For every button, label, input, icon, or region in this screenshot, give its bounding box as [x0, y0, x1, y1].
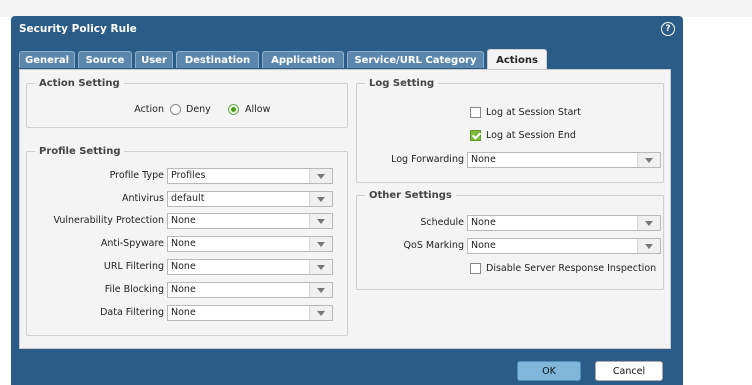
qos-marking-value: None [471, 240, 496, 251]
action-setting-group: Action Setting [26, 78, 348, 128]
chevron-down-icon [309, 283, 332, 297]
profile-type-value: Profiles [171, 170, 206, 181]
chevron-down-icon [309, 260, 332, 274]
profile-setting-legend: Profile Setting [39, 146, 121, 157]
profile-type-label: Profile Type [109, 170, 164, 181]
data-filtering-select[interactable]: None [167, 305, 333, 321]
tab-user[interactable]: User [135, 51, 173, 68]
data-filtering-value: None [171, 307, 196, 318]
anti-spyware-label: Anti-Spyware [100, 238, 164, 249]
chevron-down-icon [637, 216, 660, 230]
tab-general[interactable]: General [19, 51, 75, 68]
other-settings-legend: Other Settings [369, 190, 452, 201]
deny-radio[interactable] [170, 104, 181, 115]
chevron-down-icon [309, 237, 332, 251]
log-session-start-label: Log at Session Start [486, 107, 582, 118]
top-strip [0, 0, 752, 17]
log-session-end-checkbox[interactable] [470, 130, 481, 141]
disable-server-response-inspection-label: Disable Server Response Inspection [486, 263, 657, 274]
log-session-start-checkbox[interactable] [470, 107, 481, 118]
url-filtering-select[interactable]: None [167, 259, 333, 275]
log-forwarding-label: Log Forwarding [391, 154, 464, 165]
chevron-down-icon [309, 192, 332, 206]
schedule-select[interactable]: None [467, 215, 661, 231]
log-forwarding-select[interactable]: None [467, 152, 661, 168]
tab-application[interactable]: Application [262, 51, 344, 68]
tab-actions[interactable]: Actions [487, 49, 547, 70]
help-icon[interactable]: ? [661, 22, 675, 36]
profile-type-select[interactable]: Profiles [167, 168, 333, 184]
file-blocking-label: File Blocking [104, 284, 164, 295]
chevron-down-icon [309, 169, 332, 183]
allow-label: Allow [245, 104, 271, 115]
url-filtering-label: URL Filtering [103, 261, 164, 272]
security-policy-rule-dialog: Security Policy Rule ? General Source Us… [11, 16, 683, 385]
qos-marking-select[interactable]: None [467, 238, 661, 254]
dialog-title: Security Policy Rule [19, 23, 137, 35]
disable-server-response-inspection-checkbox[interactable] [470, 263, 481, 274]
chevron-down-icon [637, 239, 660, 253]
allow-radio[interactable] [228, 104, 239, 115]
cancel-button[interactable]: Cancel [595, 361, 663, 381]
file-blocking-value: None [171, 284, 196, 295]
vulnerability-protection-value: None [171, 215, 196, 226]
deny-label: Deny [186, 104, 211, 115]
url-filtering-value: None [171, 261, 196, 272]
actions-panel: Action Setting Action Deny Allow Profile… [19, 69, 671, 349]
log-session-end-label: Log at Session End [486, 130, 576, 141]
chevron-down-icon [637, 153, 660, 167]
chevron-down-icon [309, 214, 332, 228]
antivirus-value: default [171, 193, 205, 204]
tab-destination[interactable]: Destination [176, 51, 259, 68]
anti-spyware-value: None [171, 238, 196, 249]
data-filtering-label: Data Filtering [100, 307, 164, 318]
chevron-down-icon [309, 306, 332, 320]
antivirus-select[interactable]: default [167, 191, 333, 207]
file-blocking-select[interactable]: None [167, 282, 333, 298]
schedule-value: None [471, 217, 496, 228]
ok-button[interactable]: OK [517, 361, 581, 381]
action-setting-legend: Action Setting [39, 78, 120, 89]
tab-source[interactable]: Source [78, 51, 132, 68]
vulnerability-protection-label: Vulnerability Protection [53, 215, 164, 226]
anti-spyware-select[interactable]: None [167, 236, 333, 252]
vulnerability-protection-select[interactable]: None [167, 213, 333, 229]
log-setting-legend: Log Setting [369, 78, 435, 89]
tab-service-url-category[interactable]: Service/URL Category [347, 51, 484, 68]
antivirus-label: Antivirus [121, 193, 164, 204]
schedule-label: Schedule [420, 217, 464, 228]
log-forwarding-value: None [471, 154, 496, 165]
qos-marking-label: QoS Marking [403, 240, 464, 251]
action-label: Action [134, 104, 164, 115]
